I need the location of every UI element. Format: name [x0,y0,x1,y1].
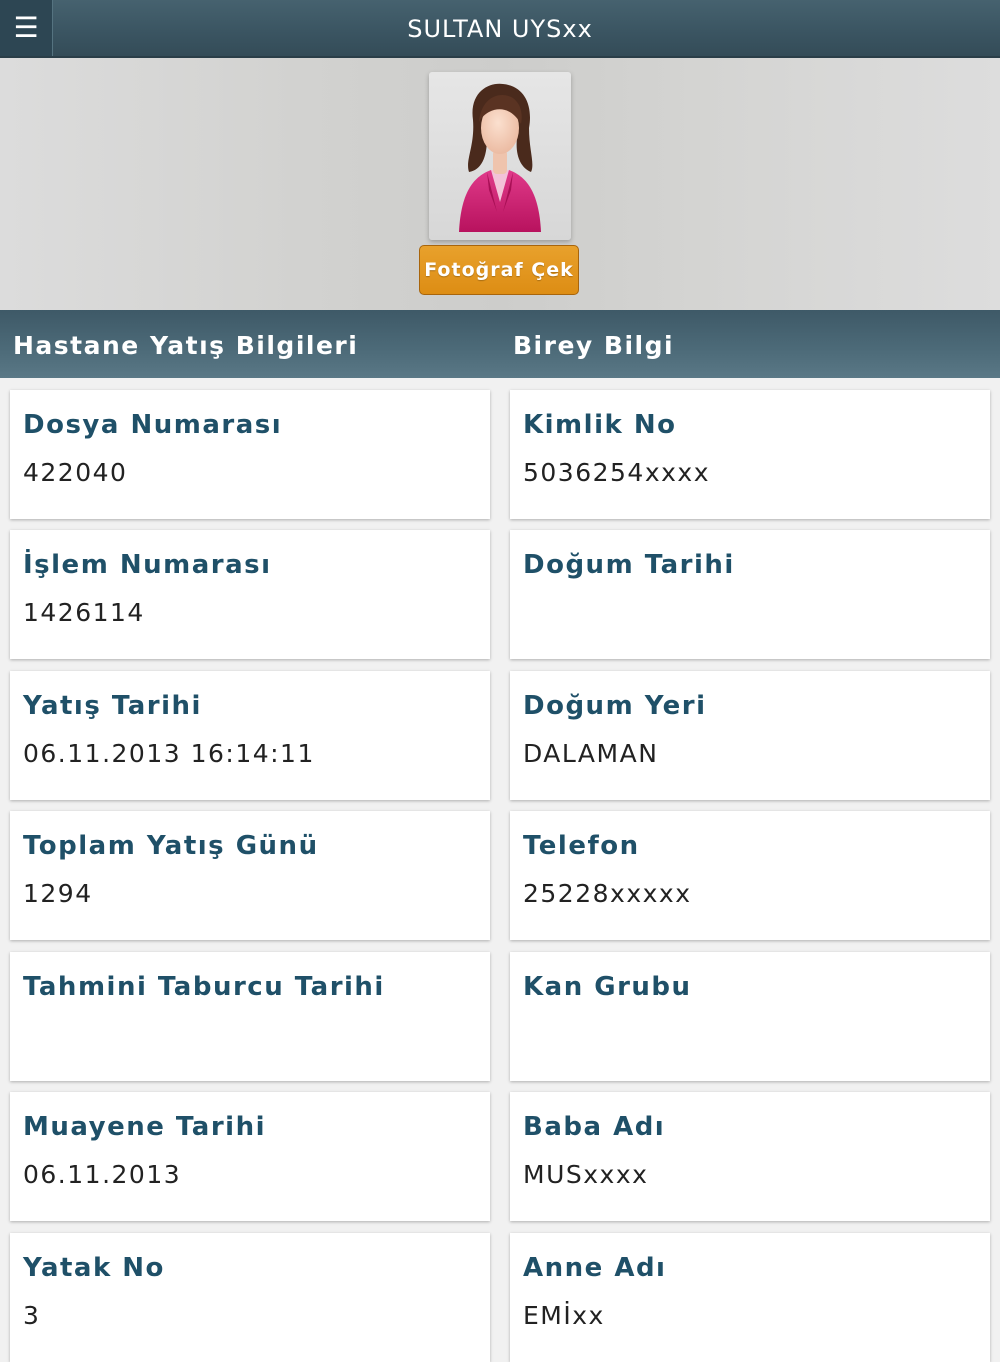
card-label: Kimlik No [523,410,677,440]
card-label: Doğum Tarihi [523,550,735,580]
info-card-id-number: Kimlik No 5036254xxxx [510,390,990,519]
card-value: 06.11.2013 16:14:11 [23,739,315,768]
card-value: 06.11.2013 [23,1160,182,1189]
card-value: DALAMAN [523,739,659,768]
info-card-file-number: Dosya Numarası 422040 [10,390,490,519]
card-label: Doğum Yeri [523,691,707,721]
card-label: Toplam Yatış Günü [23,831,319,861]
info-card-mother-name: Anne Adı EMİxx [510,1233,990,1362]
info-card-phone: Telefon 25228xxxxx [510,811,990,940]
info-card-father-name: Baba Adı MUSxxxx [510,1092,990,1221]
info-card-discharge-date: Tahmini Taburcu Tarihi [10,952,490,1081]
app-title: SULTAN UYSxx [407,15,593,43]
section-title-person: Birey Bilgi [513,331,675,360]
card-value: 3 [23,1301,41,1330]
section-title-hospital: Hastane Yatış Bilgileri [13,331,359,360]
card-label: Tahmini Taburcu Tarihi [23,972,385,1002]
take-photo-button[interactable]: Fotoğraf Çek [419,245,579,295]
info-card-transaction-number: İşlem Numarası 1426114 [10,530,490,659]
card-value: 25228xxxxx [523,879,692,908]
card-value: EMİxx [523,1301,605,1330]
section-header: Hastane Yatış Bilgileri Birey Bilgi [0,310,1000,378]
info-card-blood-group: Kan Grubu [510,952,990,1081]
info-card-total-days: Toplam Yatış Günü 1294 [10,811,490,940]
info-card-birth-date: Doğum Tarihi [510,530,990,659]
top-bar: ☰ SULTAN UYSxx [0,0,1000,58]
profile-header: Fotoğraf Çek [0,58,1000,310]
card-label: Telefon [523,831,640,861]
female-avatar-icon [459,83,541,232]
card-label: Anne Adı [523,1253,667,1283]
info-card-admission-date: Yatış Tarihi 06.11.2013 16:14:11 [10,671,490,800]
card-value: MUSxxxx [523,1160,649,1189]
card-label: Baba Adı [523,1112,666,1142]
card-value: 1426114 [23,598,145,627]
info-card-bed-number: Yatak No 3 [10,1233,490,1362]
card-label: Yatış Tarihi [23,691,202,721]
card-label: Muayene Tarihi [23,1112,266,1142]
info-card-exam-date: Muayene Tarihi 06.11.2013 [10,1092,490,1221]
card-label: Kan Grubu [523,972,692,1002]
card-value: 422040 [23,458,128,487]
card-label: İşlem Numarası [23,550,272,580]
card-label: Dosya Numarası [23,410,283,440]
avatar [429,72,571,240]
card-label: Yatak No [23,1253,165,1283]
card-value: 1294 [23,879,93,908]
card-value: 5036254xxxx [523,458,711,487]
info-card-birth-place: Doğum Yeri DALAMAN [510,671,990,800]
